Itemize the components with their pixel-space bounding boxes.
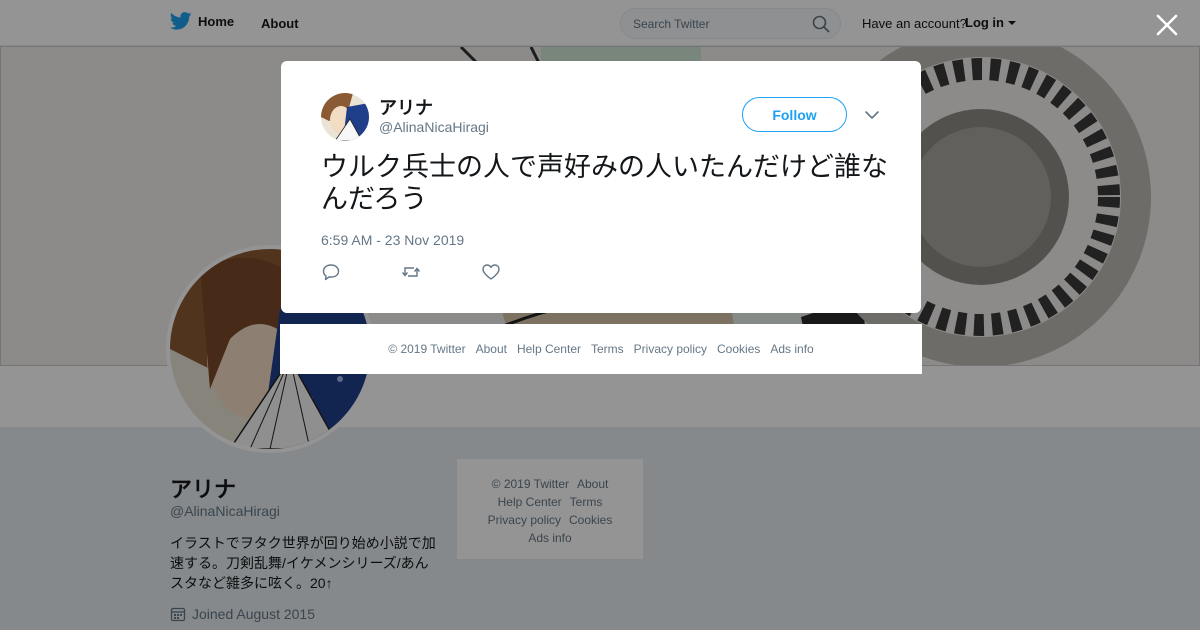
footer-copyright: © 2019 Twitter xyxy=(388,342,466,356)
tweet-author-avatar[interactable] xyxy=(321,93,369,141)
modal-footer: © 2019 Twitter About Help Center Terms P… xyxy=(280,324,922,374)
footer-privacy-link[interactable]: Privacy policy xyxy=(634,342,707,356)
retweet-icon[interactable] xyxy=(401,262,421,282)
tweet-timestamp[interactable]: 6:59 AM - 23 Nov 2019 xyxy=(321,232,464,248)
footer-terms-link[interactable]: Terms xyxy=(591,342,624,356)
footer-help-link[interactable]: Help Center xyxy=(517,342,581,356)
tweet-author-handle[interactable]: @AlinaNicaHiragi xyxy=(379,119,489,135)
tweet-actions xyxy=(321,262,501,282)
tweet-author-name[interactable]: アリナ xyxy=(379,94,433,120)
tweet-modal: アリナ @AlinaNicaHiragi Follow ウルク兵士の人で声好みの… xyxy=(281,61,921,313)
footer-about-link[interactable]: About xyxy=(476,342,507,356)
chevron-down-icon[interactable] xyxy=(864,109,880,121)
follow-button[interactable]: Follow xyxy=(742,97,847,132)
heart-icon[interactable] xyxy=(481,262,501,282)
reply-icon[interactable] xyxy=(321,262,341,282)
footer-cookies-link[interactable]: Cookies xyxy=(717,342,760,356)
tweet-avatar-image xyxy=(321,93,369,141)
tweet-text: ウルク兵士の人で声好みの人いたんだけど誰なんだろう xyxy=(321,152,888,215)
footer-ads-link[interactable]: Ads info xyxy=(770,342,813,356)
close-icon[interactable] xyxy=(1154,12,1180,38)
